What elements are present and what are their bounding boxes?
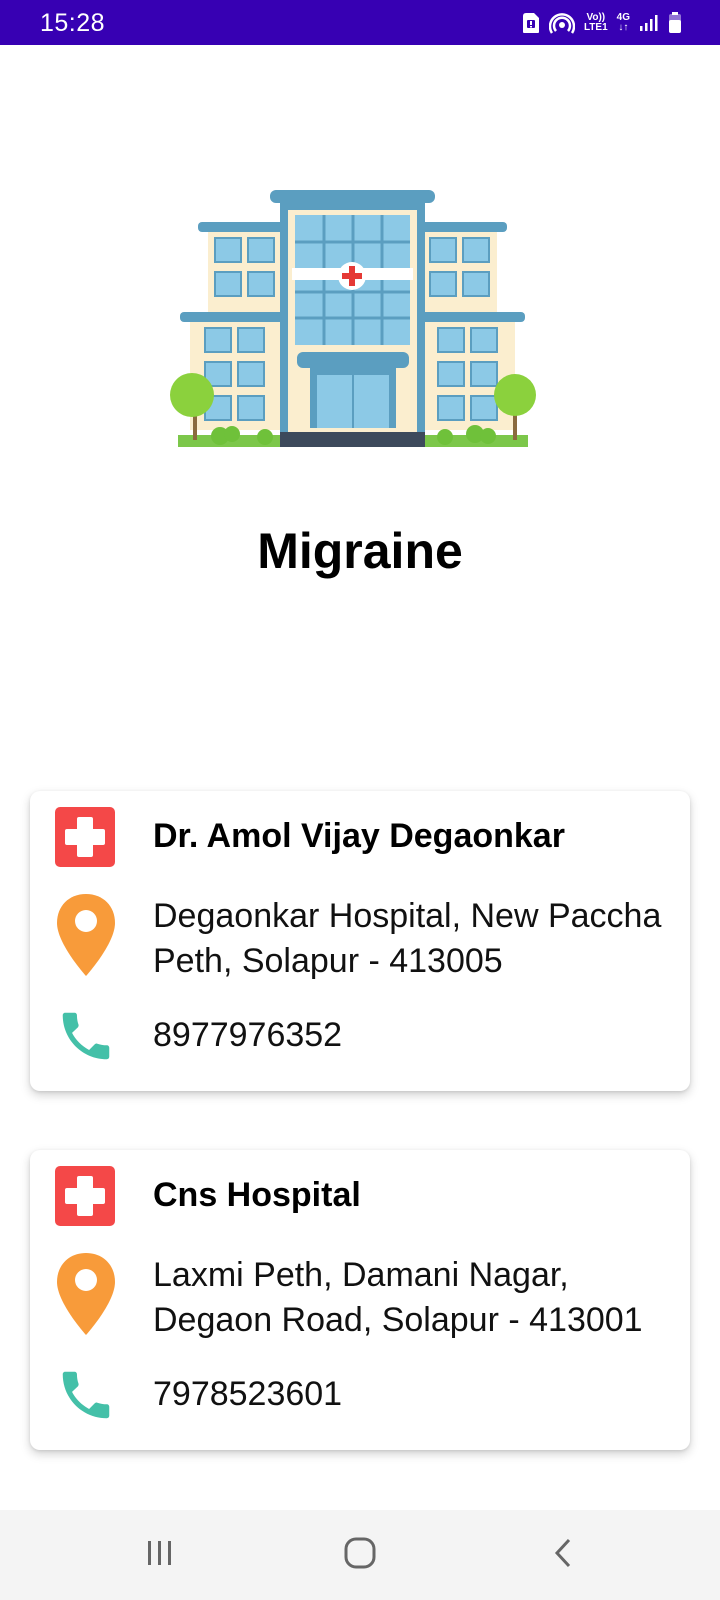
navigation-bar — [0, 1510, 720, 1600]
doctor-name: Cns Hospital — [153, 1176, 361, 1214]
hospital-illustration — [170, 180, 550, 460]
status-bar: 15:28 Vo)) LTE1 4G ↓↑ — [0, 0, 720, 45]
back-icon — [551, 1537, 575, 1574]
phone-icon[interactable] — [55, 1005, 117, 1067]
medical-cross-icon — [55, 1166, 115, 1226]
signal-icon — [639, 14, 659, 32]
doctor-card[interactable]: Dr. Amol Vijay Degaonkar Degaonkar Hospi… — [30, 791, 690, 1091]
4g-data-icon: 4G ↓↑ — [617, 13, 630, 33]
recents-icon — [145, 1539, 175, 1572]
home-button[interactable] — [330, 1535, 390, 1575]
location-pin-icon — [55, 892, 117, 978]
doctor-card[interactable]: Cns Hospital Laxmi Peth, Damani Nagar, D… — [30, 1150, 690, 1450]
doctor-name: Dr. Amol Vijay Degaonkar — [153, 817, 565, 855]
medical-cross-icon — [55, 807, 115, 867]
status-time: 15:28 — [40, 9, 106, 37]
doctor-address: Laxmi Peth, Damani Nagar, Degaon Road, S… — [153, 1256, 643, 1339]
battery-icon — [668, 12, 682, 34]
home-icon — [343, 1536, 377, 1575]
lte-label: LTE1 — [583, 22, 608, 33]
back-button[interactable] — [533, 1535, 593, 1575]
status-icons: Vo)) LTE1 4G ↓↑ — [522, 9, 682, 37]
phone-icon[interactable] — [55, 1364, 117, 1426]
recents-button[interactable] — [130, 1535, 190, 1575]
volte-icon: Vo)) LTE1 — [584, 13, 608, 33]
location-pin-icon — [55, 1251, 117, 1337]
data-arrows-icon: ↓↑ — [618, 22, 629, 33]
page-title: Migraine — [257, 523, 463, 579]
hotspot-icon — [548, 12, 575, 34]
sim-alert-icon — [522, 12, 540, 34]
doctor-phone[interactable]: 7978523601 — [153, 1375, 342, 1414]
doctor-phone[interactable]: 8977976352 — [153, 1016, 342, 1055]
doctor-address: Degaonkar Hospital, New Paccha Peth, Sol… — [153, 897, 662, 980]
